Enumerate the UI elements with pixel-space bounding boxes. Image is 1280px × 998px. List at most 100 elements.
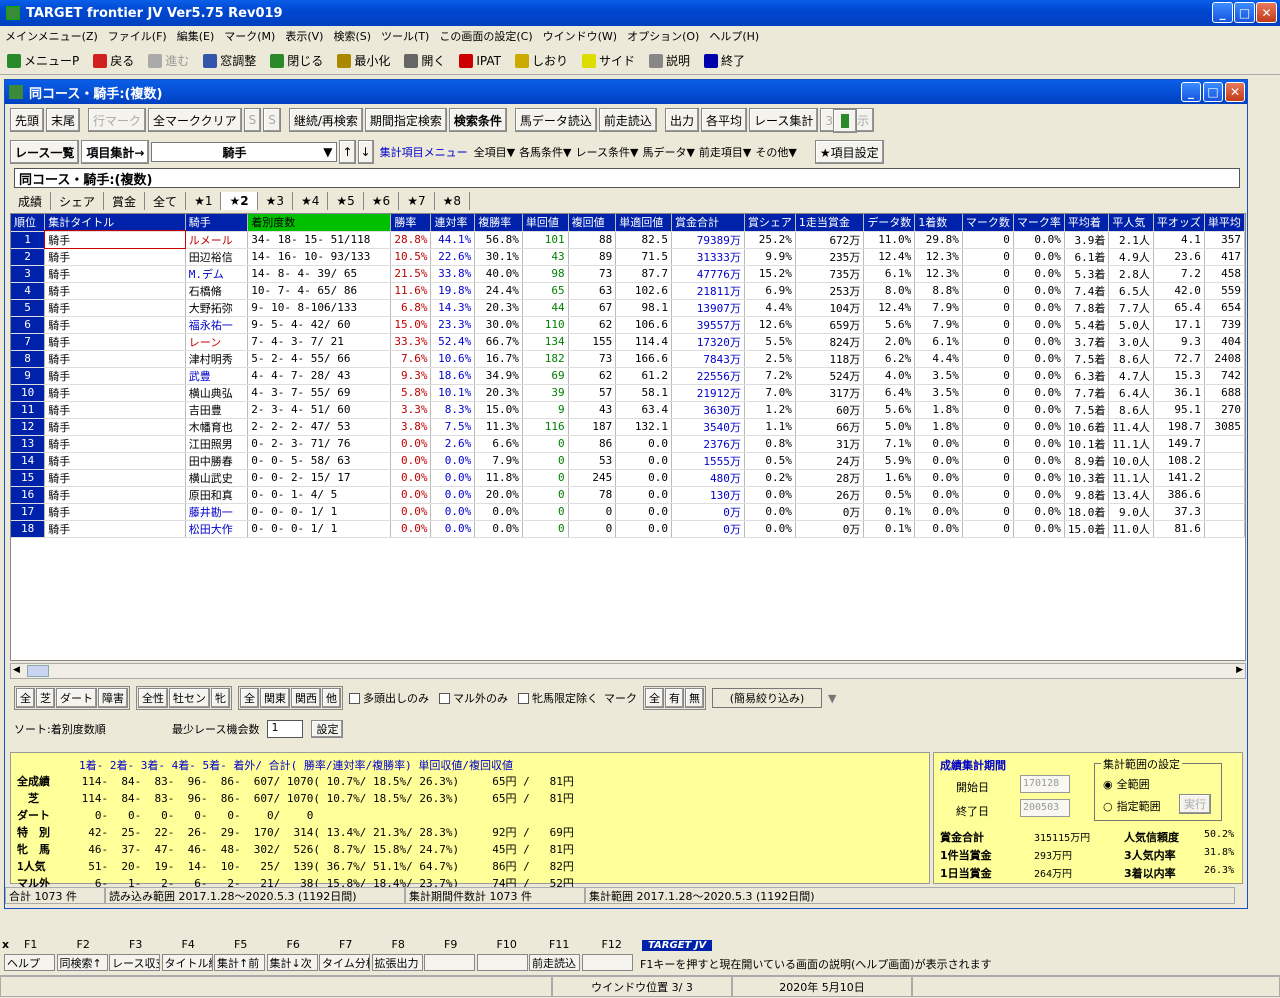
sort-up-button[interactable]: ↑ — [339, 140, 356, 164]
filter-g4-0[interactable]: 全 — [645, 688, 664, 708]
table-row[interactable]: 14 騎手 田中勝春 0- 0- 5- 58/ 63 0.0% 0.0% 7.9% 0 53 0.… — [11, 452, 1245, 470]
table-row[interactable]: 3 騎手 M.デム 14- 8- 4- 39/ 65 21.5% 33.8% 40.0% 98… — [11, 265, 1245, 283]
toolbar-exit-button[interactable]: 終了 — [697, 49, 752, 73]
close-button[interactable]: ✕ — [1256, 2, 1277, 23]
cmd-button-12[interactable]: 各平均 — [700, 108, 747, 132]
execute-button[interactable]: 実行 — [1179, 794, 1211, 814]
tab-2[interactable]: 賞金 — [104, 192, 146, 210]
fkey-close-icon[interactable]: x — [2, 938, 9, 951]
aggregate-dropdown-4[interactable]: 前走項目▼ — [699, 144, 751, 160]
tab-6[interactable]: ★3 — [258, 192, 293, 210]
toolbar-side-button[interactable]: サイド — [575, 49, 642, 73]
column-header[interactable]: 騎手 — [185, 214, 249, 232]
table-row[interactable]: 12 騎手 木幡育也 2- 2- 2- 47/ 53 3.8% 7.5% 11.3% 116 1… — [11, 418, 1245, 436]
cmd-button-0[interactable]: 先頭 — [10, 108, 45, 132]
min-races-input[interactable]: 1 — [267, 720, 304, 738]
table-row[interactable]: 16 騎手 原田和真 0- 0- 1- 4/ 5 0.0% 0.0% 20.0% 0 78 0.0… — [11, 486, 1245, 504]
aggregate-dropdown-5[interactable]: その他▼ — [755, 144, 796, 160]
filter-g4-2[interactable]: 無 — [685, 688, 704, 708]
menu-item-4[interactable]: 表示(V) — [280, 28, 328, 44]
column-header[interactable]: 勝率 — [390, 214, 432, 232]
child-maximize-button[interactable]: □ — [1203, 82, 1223, 102]
menu-item-3[interactable]: マーク(M) — [219, 28, 280, 44]
toolbar-bookmark-button[interactable]: しおり — [508, 49, 575, 73]
item-aggregate-button[interactable]: 項目集計→ — [81, 140, 150, 164]
table-row[interactable]: 1 騎手 ルメール 34- 18- 15- 51/118 28.8% 44.1% 56.8%… — [11, 230, 1245, 249]
cmd-button-7[interactable]: 期間指定検索 — [364, 108, 447, 132]
tab-4[interactable]: ★1 — [186, 192, 222, 210]
fkey-button-4[interactable]: タイトル編集 — [161, 954, 213, 971]
scroll-left-icon[interactable]: ◀ — [13, 665, 20, 675]
table-row[interactable]: 9 騎手 武豊 4- 4- 7- 28/ 43 9.3% 18.6% 34.9% 69 62 61… — [11, 367, 1245, 385]
maximize-button[interactable]: □ — [1234, 2, 1255, 23]
menu-item-10[interactable]: ヘルプ(H) — [704, 28, 764, 44]
table-row[interactable]: 11 騎手 吉田豊 2- 3- 4- 51/ 60 3.3% 8.3% 15.0% 9 43 63… — [11, 401, 1245, 419]
toolbar-help-button[interactable]: 説明 — [642, 49, 697, 73]
aggregate-dropdown-0[interactable]: 全項目▼ — [474, 144, 515, 160]
tab-0[interactable]: 成績 — [10, 192, 52, 210]
filter-checkbox-0[interactable]: 多頭出しのみ — [349, 690, 429, 706]
filter-g3-3[interactable]: 他 — [322, 688, 341, 708]
person-icon-button[interactable] — [833, 109, 857, 133]
column-header[interactable]: マーク率 — [1013, 214, 1065, 232]
column-header[interactable]: 平オッズ — [1153, 214, 1205, 232]
aggregate-key-select[interactable]: 騎手 ▼ — [151, 142, 338, 162]
column-header[interactable]: 単回値 — [522, 214, 569, 232]
toolbar-back-arrow-button[interactable]: 戻る — [86, 49, 141, 73]
race-list-button[interactable]: レース一覧 — [10, 140, 80, 164]
table-row[interactable]: 8 騎手 津村明秀 5- 2- 4- 55/ 66 7.6% 10.6% 16.7% 182 7… — [11, 350, 1245, 368]
tab-3[interactable]: 全て — [145, 192, 187, 210]
set-button[interactable]: 設定 — [311, 720, 344, 738]
column-header[interactable]: 1走当賞金 — [795, 214, 865, 232]
toolbar-forward-arrow-button[interactable]: 進む — [141, 49, 196, 73]
tab-11[interactable]: ★8 — [435, 192, 471, 210]
cmd-button-13[interactable]: レース集計 — [748, 108, 819, 132]
menu-item-0[interactable]: メインメニュー(Z) — [0, 28, 103, 44]
scroll-right-icon[interactable]: ▶ — [1236, 665, 1243, 675]
toolbar-close-window-button[interactable]: 閉じる — [263, 49, 330, 73]
table-row[interactable]: 17 騎手 藤井勘一 0- 0- 0- 1/ 1 0.0% 0.0% 0.0% 0 0 0.0 0万… — [11, 503, 1245, 521]
filter-g2-1[interactable]: 牡セン — [169, 688, 210, 708]
filter-checkbox-1[interactable]: マル外のみ — [439, 690, 508, 706]
table-row[interactable]: 2 騎手 田辺裕信 14- 16- 10- 93/133 10.5% 22.6% 30.1%… — [11, 248, 1245, 266]
aggregate-dropdown-3[interactable]: 馬データ▼ — [642, 144, 694, 160]
tab-1[interactable]: シェア — [51, 192, 105, 210]
filter-g3-1[interactable]: 関東 — [260, 688, 290, 708]
filter-g2-2[interactable]: 牝 — [211, 688, 230, 708]
column-header[interactable]: 平均着 — [1064, 214, 1110, 232]
filter-g3-2[interactable]: 関西 — [291, 688, 321, 708]
table-row[interactable]: 4 騎手 石橋脩 10- 7- 4- 65/ 86 11.6% 19.8% 24.4% 65 6… — [11, 282, 1245, 300]
cmd-button-3[interactable]: 全マーククリア — [148, 108, 242, 132]
fkey-button-11[interactable]: 前走読込 — [529, 954, 580, 971]
filter-g3-0[interactable]: 全 — [240, 688, 259, 708]
menu-item-6[interactable]: ツール(T) — [376, 28, 434, 44]
fkey-button-12[interactable] — [581, 954, 633, 971]
simple-filter-select[interactable]: (簡易絞り込み) — [712, 688, 822, 708]
table-row[interactable]: 18 騎手 松田大作 0- 0- 0- 1/ 1 0.0% 0.0% 0.0% 0 0 0.0 0万… — [11, 520, 1245, 538]
column-header[interactable]: 順位 — [11, 214, 46, 232]
filter-g2-0[interactable]: 全性 — [138, 688, 168, 708]
menu-item-1[interactable]: ファイル(F) — [103, 28, 172, 44]
cmd-button-2[interactable]: 行マーク — [88, 108, 147, 132]
column-header[interactable]: 賞金合計 — [671, 214, 745, 232]
horizontal-scrollbar[interactable]: ◀ ▶ — [10, 663, 1246, 679]
column-header[interactable]: 単平均 — [1204, 214, 1245, 232]
all-range-radio[interactable]: ◉ 全範囲 — [1103, 776, 1150, 792]
tab-7[interactable]: ★4 — [293, 192, 329, 210]
column-header[interactable]: 1着数 — [914, 214, 963, 232]
column-header[interactable]: 連対率 — [430, 214, 476, 232]
column-header[interactable]: マーク数 — [962, 214, 1014, 232]
column-header[interactable]: 複回値 — [568, 214, 617, 232]
table-row[interactable]: 15 騎手 横山武史 0- 0- 2- 15/ 17 0.0% 0.0% 11.8% 0 245… — [11, 469, 1245, 487]
item-setting-button[interactable]: ★項目設定 — [814, 140, 884, 164]
fkey-button-1[interactable]: ヘルプ — [4, 954, 55, 971]
child-minimize-button[interactable]: _ — [1181, 82, 1201, 102]
minimize-button[interactable]: _ — [1212, 2, 1233, 23]
filter-g1-0[interactable]: 全 — [16, 688, 35, 708]
aggregate-dropdown-1[interactable]: 各馬条件▼ — [519, 144, 571, 160]
cmd-button-9[interactable]: 馬データ読込 — [514, 108, 597, 132]
tab-8[interactable]: ★5 — [328, 192, 364, 210]
fkey-button-8[interactable]: 拡張出力 — [371, 954, 423, 971]
toolbar-menu-button[interactable]: メニューP — [0, 49, 86, 73]
column-header[interactable]: 平人気 — [1108, 214, 1154, 232]
